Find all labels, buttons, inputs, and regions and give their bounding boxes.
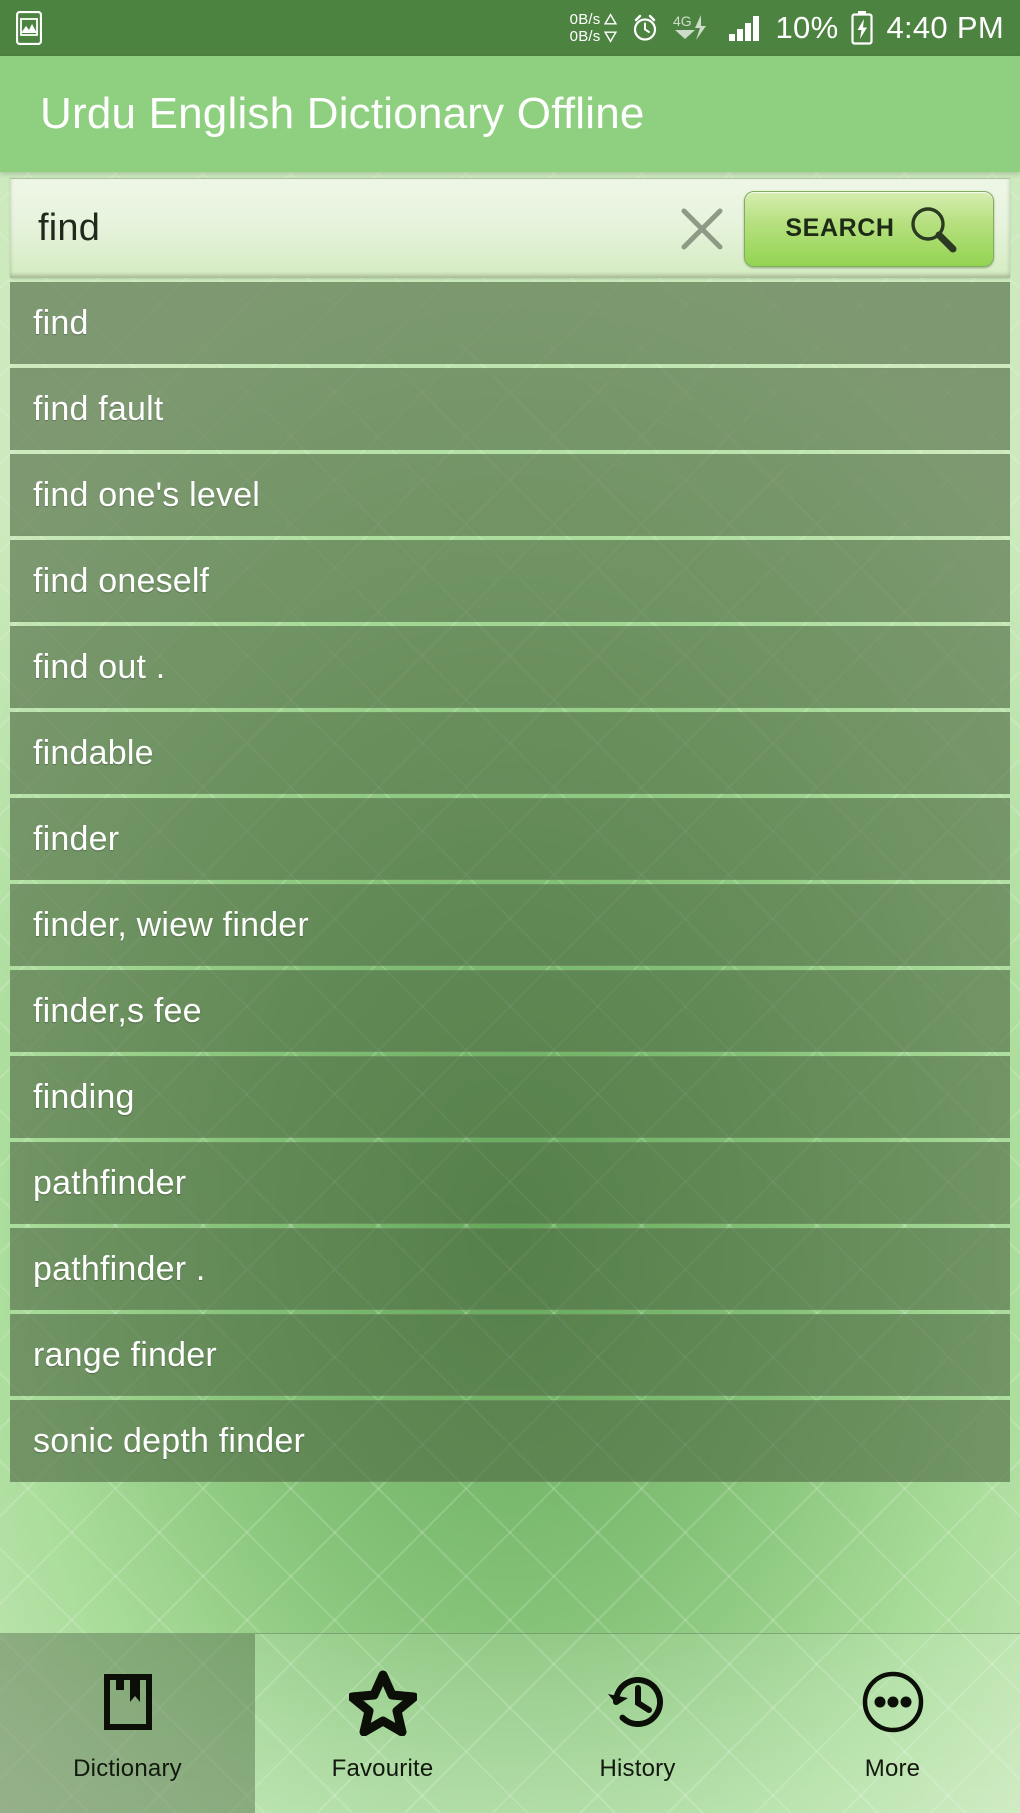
nav-tab-history[interactable]: History <box>510 1634 765 1813</box>
network-speed-down: 0B/s <box>569 28 601 45</box>
nav-tab-more[interactable]: More <box>765 1634 1020 1813</box>
status-bar: 0B/s 0B/s 4G 10% 4:40 PM <box>0 0 1020 56</box>
network-speed-indicator: 0B/s 0B/s <box>570 11 618 46</box>
list-item[interactable]: finding <box>10 1056 1010 1138</box>
list-item-label: finding <box>33 1077 135 1116</box>
list-item-label: findable <box>33 733 154 772</box>
list-item-label: find <box>33 303 89 342</box>
search-bar-container: SEARCH <box>0 172 1020 282</box>
list-item-label: pathfinder <box>33 1163 187 1202</box>
more-dots-icon <box>856 1665 930 1739</box>
star-icon <box>346 1665 420 1739</box>
history-clock-icon <box>601 1665 675 1739</box>
list-item[interactable]: pathfinder <box>10 1142 1010 1224</box>
list-item-label: finder, wiew finder <box>33 905 309 944</box>
list-item-label: range finder <box>33 1335 217 1374</box>
triangle-down-icon <box>604 31 618 43</box>
close-icon <box>674 201 730 257</box>
search-bar: SEARCH <box>10 178 1010 278</box>
list-item[interactable]: finder, wiew finder <box>10 884 1010 966</box>
list-item-label: find oneself <box>33 561 210 600</box>
list-item[interactable]: findable <box>10 712 1010 794</box>
svg-text:4G: 4G <box>673 13 692 29</box>
list-item-label: finder,s fee <box>33 991 202 1030</box>
signal-bars-icon <box>728 14 762 42</box>
battery-charging-icon <box>851 11 874 45</box>
battery-percent-label: 10% <box>775 10 839 45</box>
status-bar-right: 0B/s 0B/s 4G 10% 4:40 PM <box>570 10 1004 46</box>
search-button-label: SEARCH <box>785 214 895 242</box>
list-item[interactable]: find <box>10 282 1010 364</box>
book-icon <box>91 1665 165 1739</box>
nav-tab-label: More <box>864 1754 921 1782</box>
list-item[interactable]: find fault <box>10 368 1010 450</box>
list-item[interactable]: pathfinder . <box>10 1228 1010 1310</box>
list-item-label: find out . <box>33 647 166 686</box>
image-icon <box>16 11 42 45</box>
network-type-4g-icon: 4G <box>673 13 715 43</box>
clear-search-button[interactable] <box>666 193 738 265</box>
list-item-label: pathfinder . <box>33 1249 206 1288</box>
search-button[interactable]: SEARCH <box>744 190 994 267</box>
list-item-label: sonic depth finder <box>33 1421 305 1460</box>
status-bar-left <box>16 11 42 45</box>
bottom-navigation: Dictionary Favourite History More <box>0 1633 1020 1813</box>
magnifier-icon <box>905 201 961 257</box>
page-title: Urdu English Dictionary Offline <box>40 89 645 138</box>
list-item[interactable]: sonic depth finder <box>10 1400 1010 1482</box>
network-speed-up: 0B/s <box>569 10 601 28</box>
nav-tab-favourite[interactable]: Favourite <box>255 1634 510 1813</box>
triangle-up-icon <box>604 13 618 25</box>
alarm-clock-icon <box>630 13 660 43</box>
list-item[interactable]: find oneself <box>10 540 1010 622</box>
list-item-label: finder <box>33 819 120 858</box>
list-item-label: find one's level <box>33 475 261 514</box>
list-item[interactable]: finder <box>10 798 1010 880</box>
search-input[interactable] <box>38 179 666 278</box>
list-item-label: find fault <box>33 389 164 428</box>
list-item[interactable]: find one's level <box>10 454 1010 536</box>
results-list-container[interactable]: find find fault find one's level find onese… <box>0 282 1020 1633</box>
nav-tab-label: Dictionary <box>73 1754 182 1782</box>
title-bar: Urdu English Dictionary Offline <box>0 56 1020 172</box>
list-item[interactable]: finder,s fee <box>10 970 1010 1052</box>
nav-tab-label: History <box>599 1754 676 1782</box>
results-list: find find fault find one's level find onese… <box>10 282 1010 1486</box>
nav-tab-dictionary[interactable]: Dictionary <box>0 1634 255 1813</box>
nav-tab-label: Favourite <box>331 1754 434 1782</box>
list-item[interactable]: range finder <box>10 1314 1010 1396</box>
list-item[interactable]: find out . <box>10 626 1010 708</box>
status-bar-clock: 4:40 PM <box>886 10 1004 45</box>
app-root: 0B/s 0B/s 4G 10% 4:40 PM Urdu English Di… <box>0 0 1020 1813</box>
